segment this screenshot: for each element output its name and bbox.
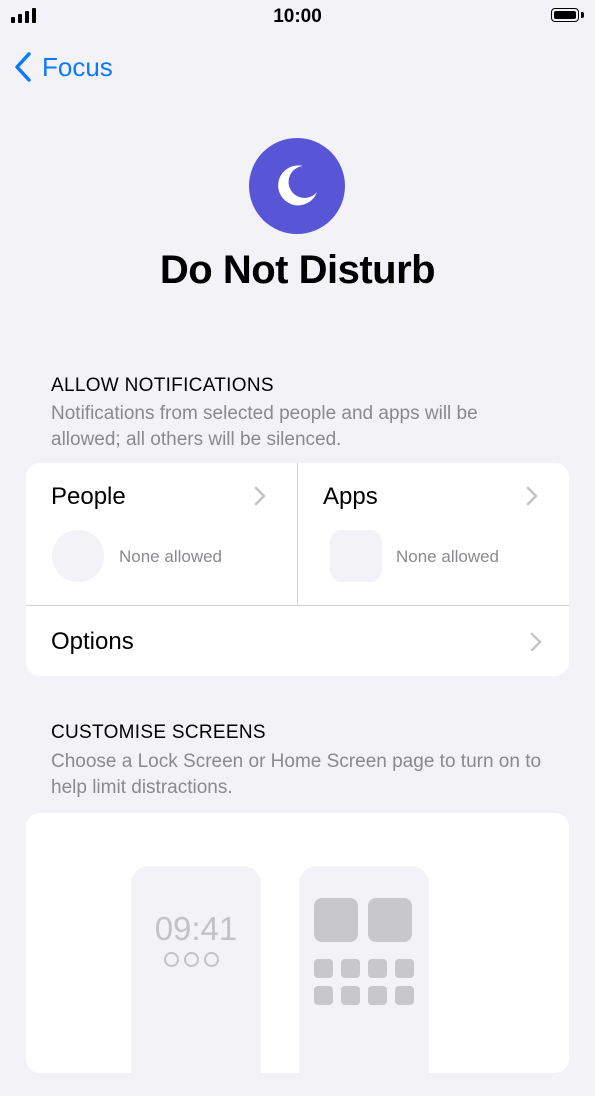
allow-notifications-card: People None allowed Apps None allowed Op… bbox=[26, 463, 569, 676]
allow-notifications-footer: Notifications from selected people and a… bbox=[51, 403, 478, 450]
home-screen-preview[interactable] bbox=[299, 866, 429, 1096]
options-row[interactable]: Options bbox=[26, 606, 569, 676]
status-bar: 10:00 bbox=[0, 0, 595, 34]
apps-label: Apps bbox=[323, 483, 378, 510]
back-button[interactable]: Focus bbox=[12, 50, 113, 84]
customise-screens-footer: Choose a Lock Screen or Home Screen page… bbox=[51, 751, 542, 798]
back-label: Focus bbox=[42, 51, 113, 82]
people-avatar-placeholder bbox=[52, 530, 104, 582]
chevron-right-icon bbox=[254, 486, 266, 506]
moon-icon bbox=[249, 138, 345, 234]
home-widget-placeholder bbox=[368, 898, 412, 942]
people-status: None allowed bbox=[119, 547, 223, 566]
people-label: People bbox=[51, 483, 126, 510]
home-widget-placeholder bbox=[314, 898, 358, 942]
home-app-grid bbox=[314, 959, 414, 1005]
apps-cell[interactable]: Apps None allowed bbox=[298, 463, 569, 605]
people-cell[interactable]: People None allowed bbox=[26, 463, 297, 605]
allow-notifications-header: ALLOW NOTIFICATIONS bbox=[51, 375, 274, 396]
chevron-left-icon bbox=[15, 52, 31, 82]
chevron-right-icon bbox=[530, 632, 542, 652]
chevron-right-icon bbox=[526, 486, 538, 506]
options-label: Options bbox=[51, 628, 134, 655]
page-title: Do Not Disturb bbox=[159, 248, 436, 292]
customise-screens-card: 09:41 bbox=[26, 813, 569, 1096]
lock-screen-widgets bbox=[164, 952, 219, 967]
battery-icon bbox=[551, 8, 585, 24]
status-time: 10:00 bbox=[273, 6, 322, 27]
lock-screen-preview[interactable]: 09:41 bbox=[131, 866, 261, 1096]
app-icon-placeholder bbox=[330, 530, 382, 582]
customise-screens-header: CUSTOMISE SCREENS bbox=[51, 722, 266, 743]
lock-screen-time: 09:41 bbox=[154, 910, 238, 947]
apps-status: None allowed bbox=[396, 547, 500, 566]
